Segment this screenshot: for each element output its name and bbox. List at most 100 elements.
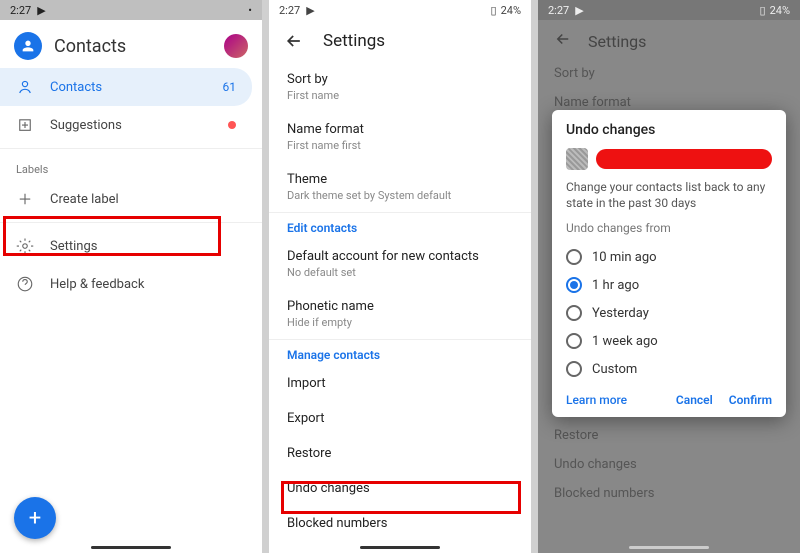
radio-icon bbox=[566, 305, 582, 321]
name-format-value: First name first bbox=[287, 139, 513, 152]
nav-contacts-label: Contacts bbox=[50, 80, 102, 95]
nav-suggestions[interactable]: Suggestions bbox=[0, 106, 252, 144]
dialog-subheader: Undo changes from bbox=[566, 221, 772, 235]
plus-icon: + bbox=[29, 506, 41, 531]
row-import[interactable]: Import bbox=[269, 366, 531, 401]
nav-suggestions-label: Suggestions bbox=[50, 118, 122, 133]
row-name-format[interactable]: Name format First name first bbox=[269, 112, 531, 162]
status-time: 2:27 bbox=[10, 4, 31, 17]
theme-value: Dark theme set by System default bbox=[287, 189, 513, 202]
account-avatar[interactable] bbox=[224, 34, 248, 58]
nav-help[interactable]: Help & feedback bbox=[0, 265, 252, 303]
edit-contacts-header: Edit contacts bbox=[269, 213, 531, 239]
row-restore[interactable]: Restore bbox=[269, 436, 531, 471]
radio-icon bbox=[566, 361, 582, 377]
youtube-icon: ▶ bbox=[306, 4, 314, 17]
row-export[interactable]: Export bbox=[269, 401, 531, 436]
radio-10min[interactable]: 10 min ago bbox=[566, 243, 772, 271]
phonetic-label: Phonetic name bbox=[287, 299, 513, 314]
phone-3-undo-dialog: 2:27 ▶ ▯24% Settings Sort by Name format… bbox=[538, 0, 800, 553]
nav-contacts-count: 61 bbox=[223, 80, 237, 94]
radio-custom[interactable]: Custom bbox=[566, 355, 772, 383]
bg-undo: Undo changes bbox=[554, 457, 784, 472]
row-theme[interactable]: Theme Dark theme set by System default bbox=[269, 162, 531, 212]
import-label: Import bbox=[287, 376, 513, 391]
blocked-label: Blocked numbers bbox=[287, 516, 513, 531]
status-time: 2:27 bbox=[279, 4, 300, 17]
fab-add-contact[interactable]: + bbox=[14, 497, 56, 539]
bg-title: Settings bbox=[588, 32, 646, 51]
row-phonetic[interactable]: Phonetic name Hide if empty bbox=[269, 289, 531, 339]
radio-yesterday[interactable]: Yesterday bbox=[566, 299, 772, 327]
gear-icon bbox=[16, 237, 34, 255]
plus-icon bbox=[16, 190, 34, 208]
labels-header: Labels bbox=[0, 153, 262, 180]
bg-restore: Restore bbox=[554, 428, 784, 443]
phone-1-contacts-drawer: 2:27 ▶ • Contacts Contacts 61 Suggestion… bbox=[0, 0, 262, 553]
phone-2-settings: 2:27 ▶ ▯ 24% Settings Sort by First name … bbox=[269, 0, 531, 553]
nav-create-label[interactable]: Create label bbox=[0, 180, 252, 218]
back-button[interactable] bbox=[283, 30, 305, 52]
settings-title: Settings bbox=[323, 31, 385, 51]
dialog-title: Undo changes bbox=[566, 122, 772, 138]
sort-by-label: Sort by bbox=[287, 72, 513, 87]
suggestions-dot-indicator bbox=[228, 121, 236, 129]
create-label-text: Create label bbox=[50, 192, 119, 207]
nav-settings[interactable]: Settings bbox=[0, 227, 252, 265]
radio-1hr[interactable]: 1 hr ago bbox=[566, 271, 772, 299]
settings-header: Settings bbox=[269, 20, 531, 62]
radio-label: 10 min ago bbox=[592, 250, 657, 265]
phonetic-value: Hide if empty bbox=[287, 316, 513, 329]
name-format-label: Name format bbox=[287, 122, 513, 137]
help-label: Help & feedback bbox=[50, 277, 144, 292]
home-indicator[interactable] bbox=[360, 546, 440, 549]
cancel-button[interactable]: Cancel bbox=[676, 393, 713, 407]
status-bar: 2:27 ▶ • bbox=[0, 0, 262, 20]
radio-label: 1 hr ago bbox=[592, 278, 639, 293]
bg-name-format: Name format bbox=[554, 95, 784, 110]
default-account-value: No default set bbox=[287, 266, 513, 279]
radio-label: Yesterday bbox=[592, 306, 649, 321]
battery-icon: ▯ bbox=[760, 4, 766, 17]
undo-label: Undo changes bbox=[287, 481, 513, 496]
composite-screenshot: 2:27 ▶ • Contacts Contacts 61 Suggestion… bbox=[0, 0, 800, 553]
battery-text: 24% bbox=[501, 4, 521, 17]
radio-label: Custom bbox=[592, 362, 637, 377]
person-icon bbox=[16, 78, 34, 96]
radio-icon-selected bbox=[566, 277, 582, 293]
status-bar: 2:27 ▶ ▯24% bbox=[538, 0, 800, 20]
status-bar: 2:27 ▶ ▯ 24% bbox=[269, 0, 531, 20]
radio-label: 1 week ago bbox=[592, 334, 658, 349]
radio-icon bbox=[566, 333, 582, 349]
home-indicator[interactable] bbox=[629, 546, 709, 549]
nav-contacts[interactable]: Contacts 61 bbox=[0, 68, 252, 106]
restore-label: Restore bbox=[287, 446, 513, 461]
manage-contacts-header: Manage contacts bbox=[269, 340, 531, 366]
radio-1week[interactable]: 1 week ago bbox=[566, 327, 772, 355]
status-time: 2:27 bbox=[548, 4, 569, 17]
back-button-bg bbox=[554, 30, 572, 52]
default-account-label: Default account for new contacts bbox=[287, 249, 513, 264]
app-title: Contacts bbox=[54, 36, 126, 57]
contacts-app-icon bbox=[14, 32, 42, 60]
dialog-description: Change your contacts list back to any st… bbox=[566, 180, 772, 211]
learn-more-link[interactable]: Learn more bbox=[566, 393, 627, 407]
sort-by-value: First name bbox=[287, 89, 513, 102]
home-indicator[interactable] bbox=[91, 546, 171, 549]
account-row[interactable] bbox=[566, 148, 772, 170]
row-undo-changes[interactable]: Undo changes bbox=[269, 471, 531, 506]
battery-icon: ▯ bbox=[491, 4, 497, 17]
export-label: Export bbox=[287, 411, 513, 426]
confirm-button[interactable]: Confirm bbox=[729, 393, 772, 407]
row-sort-by[interactable]: Sort by First name bbox=[269, 62, 531, 112]
help-icon bbox=[16, 275, 34, 293]
bg-sort-by: Sort by bbox=[554, 66, 784, 81]
row-blocked[interactable]: Blocked numbers bbox=[269, 506, 531, 541]
settings-label: Settings bbox=[50, 239, 97, 254]
undo-changes-dialog: Undo changes Change your contacts list b… bbox=[552, 110, 786, 417]
row-default-account[interactable]: Default account for new contacts No defa… bbox=[269, 239, 531, 289]
app-header: Contacts bbox=[0, 20, 262, 68]
radio-icon bbox=[566, 249, 582, 265]
account-avatar-icon bbox=[566, 148, 588, 170]
account-email-redacted bbox=[596, 149, 772, 169]
